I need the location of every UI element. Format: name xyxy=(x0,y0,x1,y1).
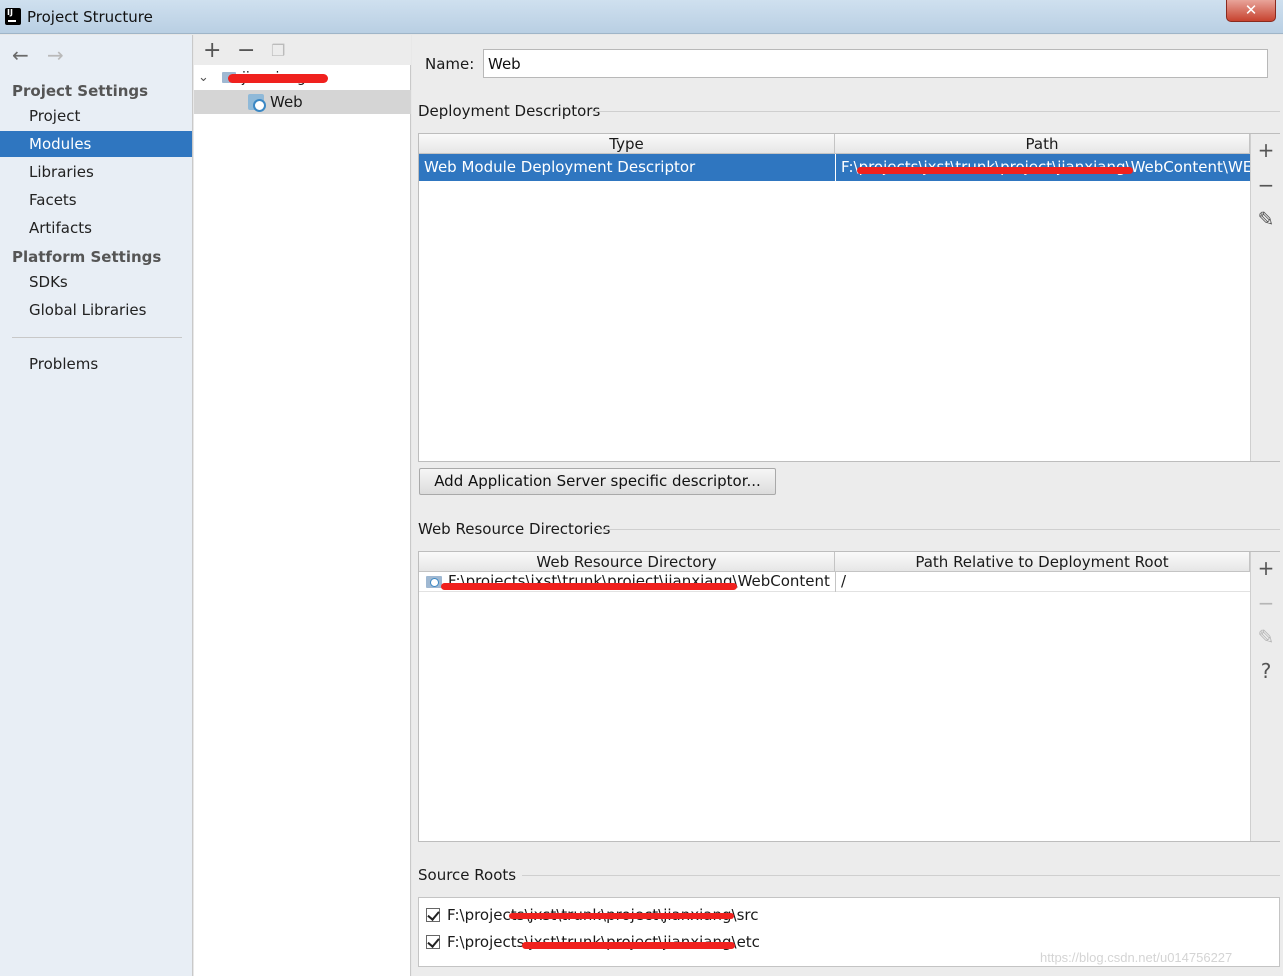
tree-toolbar: + − ❐ xyxy=(194,35,411,65)
redaction-mark xyxy=(441,583,737,590)
name-label: Name: xyxy=(425,55,475,73)
watermark-text: https://blog.csdn.net/u014756227 xyxy=(1040,950,1233,965)
nav-divider xyxy=(12,337,182,338)
remove-icon[interactable]: − xyxy=(1256,173,1276,197)
remove-icon[interactable]: − xyxy=(237,38,255,63)
redaction-mark xyxy=(228,74,328,83)
facet-settings-panel: Name: Deployment Descriptors Type Path W… xyxy=(412,35,1283,976)
deployment-descriptors-table: Type Path Web Module Deployment Descript… xyxy=(418,133,1280,462)
add-icon[interactable]: + xyxy=(203,38,221,63)
web-resource-side-toolbar: + − ✎ ? xyxy=(1250,552,1280,841)
nav-item-facets[interactable]: Facets xyxy=(0,187,192,213)
table-row[interactable]: Web Module Deployment Descriptor F:\proj… xyxy=(419,154,1250,181)
web-facet-icon xyxy=(248,94,266,112)
redaction-mark xyxy=(857,167,1133,174)
add-icon[interactable]: + xyxy=(1256,556,1276,580)
web-facet-label: Web xyxy=(270,93,303,111)
back-arrow-icon[interactable]: ← xyxy=(12,43,29,67)
forward-arrow-icon[interactable]: → xyxy=(47,43,64,67)
redaction-mark xyxy=(522,942,735,949)
tree-node-web-facet[interactable]: Web xyxy=(194,90,411,114)
web-resource-directory-cell: F:\projects\jxst\trunk\project\jianxiang… xyxy=(448,572,830,590)
platform-settings-heading: Platform Settings xyxy=(12,248,162,266)
edit-pencil-icon[interactable]: ✎ xyxy=(1256,207,1276,231)
relative-path-cell: / xyxy=(841,572,847,590)
column-header-path[interactable]: Path xyxy=(835,134,1250,154)
window-title: Project Structure xyxy=(27,8,153,26)
name-field[interactable] xyxy=(483,49,1268,78)
settings-nav-panel: ← → Project Settings Project Modules Lib… xyxy=(0,35,193,976)
add-icon[interactable]: + xyxy=(1256,138,1276,162)
web-folder-icon xyxy=(426,576,442,588)
source-root-checkbox[interactable] xyxy=(426,935,440,949)
remove-icon[interactable]: − xyxy=(1256,591,1276,615)
redaction-mark xyxy=(509,913,734,919)
web-resource-directories-table: Web Resource Directory Path Relative to … xyxy=(418,551,1280,842)
source-root-checkbox[interactable] xyxy=(426,908,440,922)
edit-pencil-icon[interactable]: ✎ xyxy=(1256,625,1276,649)
copy-icon[interactable]: ❐ xyxy=(271,41,285,60)
section-divider xyxy=(522,875,1280,876)
intellij-app-icon: IJ xyxy=(5,8,21,25)
project-settings-heading: Project Settings xyxy=(12,82,149,100)
nav-item-project[interactable]: Project xyxy=(0,103,192,129)
nav-item-libraries[interactable]: Libraries xyxy=(0,159,192,185)
nav-item-problems[interactable]: Problems xyxy=(0,351,192,377)
window-title-bar: IJ Project Structure ✕ xyxy=(0,0,1283,34)
deployment-descriptors-title: Deployment Descriptors xyxy=(418,102,601,120)
chevron-down-icon[interactable]: ⌄ xyxy=(198,66,209,90)
tree-node-module[interactable]: ⌄ jianxiang xyxy=(194,66,411,90)
module-tree-panel: + − ❐ ⌄ jianxiang Web xyxy=(194,35,411,976)
nav-item-modules[interactable]: Modules xyxy=(0,131,192,157)
column-header-type[interactable]: Type xyxy=(419,134,835,154)
table-row[interactable]: F:\projects\jxst\trunk\project\jianxiang… xyxy=(419,572,1250,592)
add-app-server-descriptor-button[interactable]: Add Application Server specific descript… xyxy=(419,468,776,495)
section-divider xyxy=(598,529,1280,530)
close-window-button[interactable]: ✕ xyxy=(1226,0,1276,22)
help-icon[interactable]: ? xyxy=(1256,659,1276,683)
nav-item-artifacts[interactable]: Artifacts xyxy=(0,215,192,241)
nav-item-sdks[interactable]: SDKs xyxy=(0,269,192,295)
descriptor-side-toolbar: + − ✎ xyxy=(1250,134,1280,461)
nav-item-global-libraries[interactable]: Global Libraries xyxy=(0,297,192,323)
descriptor-type-cell: Web Module Deployment Descriptor xyxy=(424,158,696,176)
list-item[interactable]: F:\projects\jxst\trunk\project\jianxiang… xyxy=(419,902,1279,928)
web-resource-directories-title: Web Resource Directories xyxy=(418,520,611,538)
section-divider xyxy=(592,111,1280,112)
source-roots-title: Source Roots xyxy=(418,866,517,884)
